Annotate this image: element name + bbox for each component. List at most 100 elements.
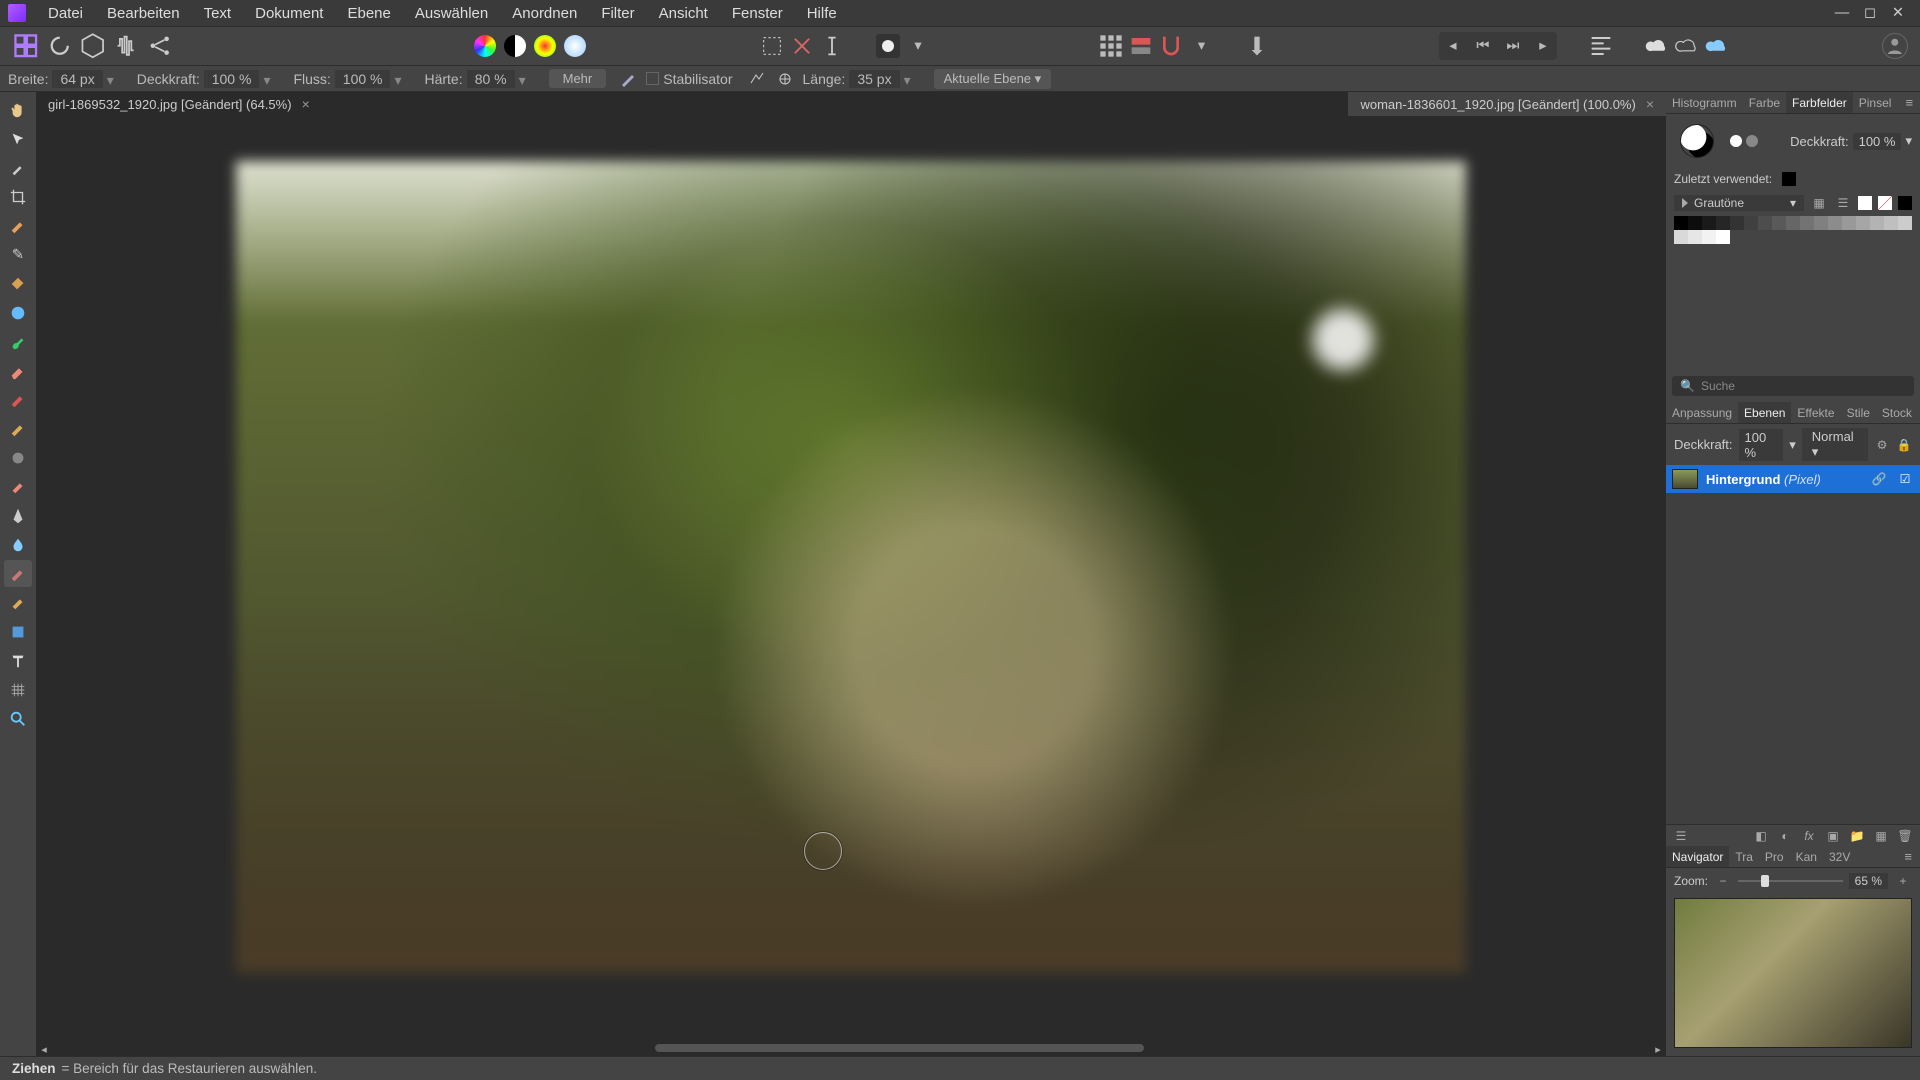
adjustment-icon[interactable]: ◐ [1776, 827, 1794, 845]
zoom-tool[interactable] [4, 705, 32, 732]
panel-tab-farbfelder[interactable]: Farbfelder [1786, 92, 1853, 113]
nav-prev-icon[interactable]: ◂ [1441, 34, 1465, 58]
swatch[interactable] [1800, 216, 1814, 230]
dropdown-icon[interactable]: ▾ [906, 34, 930, 58]
mesh-tool[interactable] [4, 676, 32, 703]
clone-tool[interactable] [4, 386, 32, 413]
swatch[interactable] [1688, 216, 1702, 230]
flow-input[interactable]: 100 % [335, 70, 391, 88]
swatch[interactable] [1688, 230, 1702, 244]
zoom-input[interactable]: 65 % [1849, 873, 1888, 889]
maximize-button[interactable]: ◻ [1856, 2, 1884, 24]
mask-icon[interactable]: ◧ [1752, 827, 1770, 845]
lock-icon[interactable]: 🔒 [1896, 436, 1912, 454]
width-input[interactable]: 64 px [52, 70, 102, 88]
window-mode-icon[interactable] [775, 69, 795, 89]
panel-tab-farbe[interactable]: Farbe [1743, 92, 1786, 113]
quick-mask-icon[interactable] [876, 34, 900, 58]
develop-persona[interactable] [534, 35, 556, 57]
no-color-icon[interactable] [1746, 135, 1758, 147]
marquee-icon[interactable] [760, 34, 784, 58]
swatch-black[interactable] [1898, 196, 1912, 210]
gear-icon[interactable]: ⚙ [1874, 436, 1890, 454]
swatch-white[interactable] [1858, 196, 1872, 210]
stack-red-icon[interactable] [1129, 34, 1153, 58]
panel-tab-histogramm[interactable]: Histogramm [1666, 92, 1743, 113]
delete-layer-icon[interactable]: 🗑 [1896, 827, 1914, 845]
swatch[interactable] [1674, 216, 1688, 230]
canvas[interactable] [36, 116, 1666, 1042]
panel-tab-ebenen[interactable]: Ebenen [1738, 402, 1791, 423]
document-tab[interactable]: girl-1869532_1920.jpg [Geändert] (64.5%)… [36, 92, 1348, 116]
menu-anordnen[interactable]: Anordnen [500, 0, 589, 26]
hardness-input[interactable]: 80 % [467, 70, 515, 88]
swatch[interactable] [1786, 216, 1800, 230]
panel-tab-32v[interactable]: 32V [1823, 846, 1856, 867]
menu-bearbeiten[interactable]: Bearbeiten [95, 0, 192, 26]
panel-tab-pinsel[interactable]: Pinsel [1853, 92, 1898, 113]
text-cursor-icon[interactable] [820, 34, 844, 58]
foreground-background-swatch[interactable] [1680, 124, 1714, 158]
zoom-in-button[interactable]: + [1894, 872, 1912, 890]
layer-visible-checkbox[interactable]: ☑ [1896, 470, 1914, 488]
menu-text[interactable]: Text [192, 0, 244, 26]
layer-opacity-input[interactable]: 100 % [1739, 429, 1784, 461]
pen-tool[interactable] [4, 502, 32, 529]
menu-fenster[interactable]: Fenster [720, 0, 795, 26]
target-layer-select[interactable]: Aktuelle Ebene ▾ [934, 69, 1052, 89]
refresh-icon[interactable] [46, 32, 74, 60]
menu-dokument[interactable]: Dokument [243, 0, 335, 26]
panel-tab-pro[interactable]: Pro [1759, 846, 1790, 867]
navigator-thumbnail[interactable] [1674, 898, 1912, 1048]
dropdown-icon[interactable]: ▾ [1189, 34, 1213, 58]
panel-tab-kan[interactable]: Kan [1790, 846, 1823, 867]
cloud-3-icon[interactable] [1705, 34, 1729, 58]
share-icon[interactable] [146, 32, 174, 60]
info-pin-icon[interactable] [1245, 34, 1269, 58]
cloud-2-icon[interactable] [1675, 34, 1699, 58]
text-tool[interactable] [4, 647, 32, 674]
folder-icon[interactable]: 📁 [1848, 827, 1866, 845]
selection-brush-tool[interactable] [4, 212, 32, 239]
minimize-button[interactable]: — [1828, 2, 1856, 24]
stabilizer-checkbox[interactable] [646, 72, 659, 85]
swatch[interactable] [1716, 230, 1730, 244]
menu-auswählen[interactable]: Auswählen [403, 0, 500, 26]
swatch[interactable] [1828, 216, 1842, 230]
retouch-tool[interactable] [4, 473, 32, 500]
swatch[interactable] [1730, 216, 1744, 230]
menu-icon[interactable]: ☰ [1834, 194, 1852, 212]
document-tab[interactable]: woman-1836601_1920.jpg [Geändert] (100.0… [1348, 92, 1666, 116]
swatch-none[interactable] [1878, 196, 1892, 210]
nav-last-icon[interactable]: ⏭ [1501, 34, 1525, 58]
photo-persona[interactable] [474, 35, 496, 57]
panel-tab-navigator[interactable]: Navigator [1666, 846, 1729, 867]
liquify-persona[interactable] [504, 35, 526, 57]
healing-brush-tool[interactable] [4, 589, 32, 616]
dropdown-icon[interactable]: ▾ [1905, 133, 1912, 149]
panel-tab-anpassung[interactable]: Anpassung [1666, 402, 1738, 423]
menu-datei[interactable]: Datei [36, 0, 95, 26]
rope-mode-icon[interactable] [747, 69, 767, 89]
close-tab-icon[interactable]: × [1646, 96, 1654, 112]
grid-mode-icon[interactable] [1099, 34, 1123, 58]
swatch-opacity-input[interactable]: 100 % [1853, 133, 1902, 150]
dodge-tool[interactable] [4, 415, 32, 442]
layer-row[interactable]: Hintergrund (Pixel) 🔗 ☑ [1666, 465, 1920, 493]
search-input[interactable]: 🔍 Suche [1672, 376, 1914, 396]
scrollbar-thumb[interactable] [655, 1044, 1144, 1052]
panel-tab-effekte[interactable]: Effekte [1791, 402, 1840, 423]
hand-tool[interactable] [4, 96, 32, 123]
close-tab-icon[interactable]: × [302, 96, 310, 112]
menu-filter[interactable]: Filter [589, 0, 646, 26]
panel-menu-icon[interactable]: ≡ [1896, 846, 1920, 867]
scroll-left-icon[interactable]: ◂ [36, 1042, 52, 1056]
dropdown-icon[interactable]: ▾ [107, 72, 121, 86]
shape-tool[interactable] [4, 618, 32, 645]
swatch[interactable] [1702, 216, 1716, 230]
cloud-1-icon[interactable] [1645, 34, 1669, 58]
crop-layer-icon[interactable]: ▣ [1824, 827, 1842, 845]
grid-view-icon[interactable]: ▦ [1810, 194, 1828, 212]
swatch[interactable] [1744, 216, 1758, 230]
lasso-cross-icon[interactable] [790, 34, 814, 58]
